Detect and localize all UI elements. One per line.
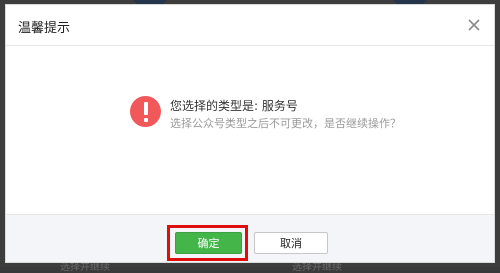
close-icon (468, 19, 480, 31)
dialog-message: 您选择的类型是: 服务号 (170, 99, 298, 113)
cancel-button[interactable]: 取消 (254, 232, 328, 254)
close-button[interactable] (464, 15, 484, 35)
dialog-body: 您选择的类型是: 服务号 选择公众号类型之后不可更改，是否继续操作？ (6, 46, 494, 214)
exclamation-circle-icon (130, 96, 161, 127)
dialog-footer: 确定 取消 (6, 214, 494, 262)
dialog-submessage: 选择公众号类型之后不可更改，是否继续操作？ (170, 117, 401, 130)
confirm-button[interactable]: 确定 (175, 232, 242, 254)
confirm-dialog: 温馨提示 您选择的类型是: 服务号 选择公众号类型之后不可更改，是否继续操作？ … (5, 4, 495, 263)
dialog-header: 温馨提示 (6, 5, 494, 46)
dialog-title: 温馨提示 (18, 21, 71, 36)
